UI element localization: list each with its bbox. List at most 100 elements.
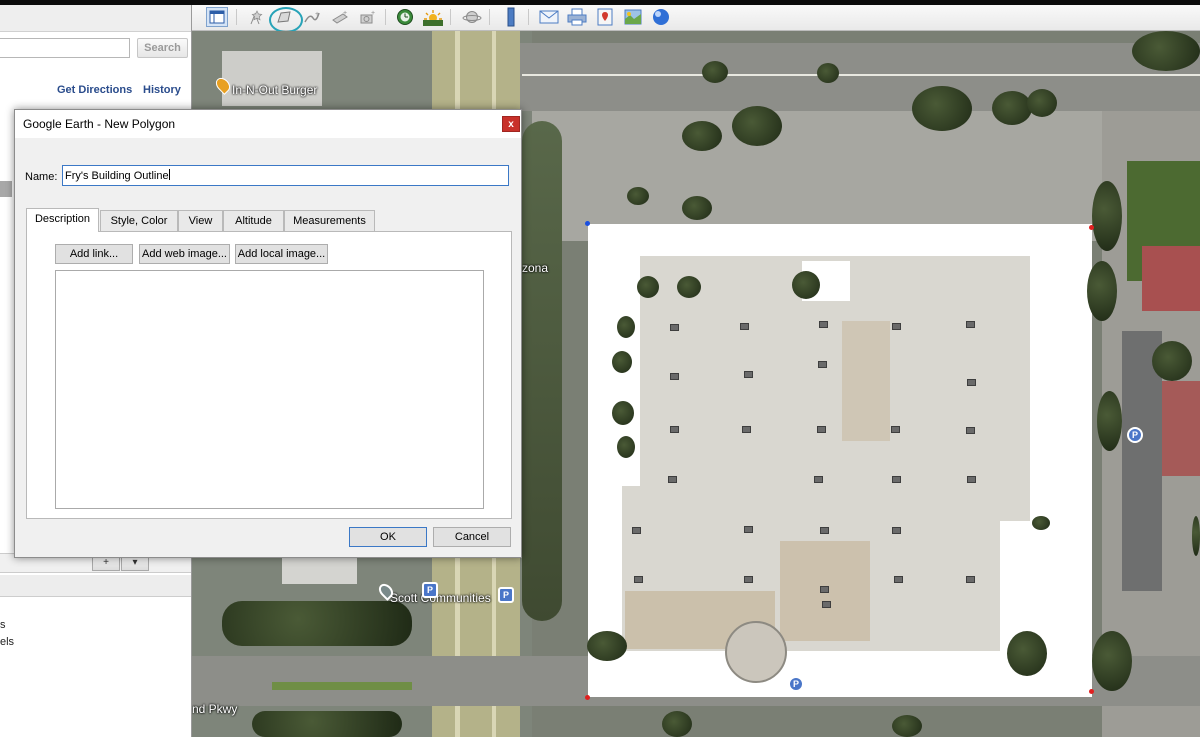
placemark-icon[interactable] [245,7,267,27]
polygon-vertex[interactable] [1089,225,1094,230]
add-local-image-button[interactable]: Add local image... [235,244,328,264]
roof-unit [744,371,753,378]
toolbar-separator [236,9,237,25]
map-building [222,51,322,106]
parking-pin-icon[interactable]: P [1127,427,1143,443]
add-web-image-button[interactable]: Add web image... [139,244,230,264]
tab-measurements[interactable]: Measurements [284,210,375,231]
close-icon[interactable]: x [502,116,520,132]
get-directions-link[interactable]: Get Directions [57,84,132,96]
view-in-maps-icon[interactable] [622,7,644,27]
tree [1132,31,1200,71]
record-tour-icon[interactable]: + [357,7,379,27]
description-textarea[interactable] [55,270,484,509]
svg-text:+: + [315,11,319,18]
tree [617,436,635,458]
roof-unit [817,426,826,433]
history-link[interactable]: History [143,84,181,96]
transit-pin-icon[interactable]: P [498,587,514,603]
roof-unit [820,586,829,593]
map-road [520,43,1200,111]
tree [1192,516,1200,556]
roof-unit [634,576,643,583]
tree [792,271,820,299]
map-label-scott[interactable]: Scott Communities [390,591,491,605]
roof-unit [668,476,677,483]
roof-unit [670,324,679,331]
add-link-button[interactable]: Add link... [55,244,133,264]
tree [702,61,728,83]
roof-unit [742,426,751,433]
polygon-vertex[interactable] [585,695,590,700]
roof-unit [740,323,749,330]
roof-unit [819,321,828,328]
roof-unit [744,576,753,583]
toolbar-separator [385,9,386,25]
map-roof-red [1162,381,1200,476]
roof-unit [818,361,827,368]
tree [682,196,712,220]
new-polygon-dialog: Google Earth - New Polygon x Name: Fry's… [14,109,522,558]
ruler-icon[interactable] [500,7,522,27]
tree [1087,261,1117,321]
text-caret [168,169,170,180]
polygon-vertex[interactable] [1089,689,1094,694]
tab-description[interactable]: Description [26,208,99,232]
tree-row [522,121,562,621]
tree [627,187,649,205]
tab-view[interactable]: View [178,210,223,231]
search-header [0,5,191,32]
image-overlay-icon[interactable]: + [329,7,351,27]
map-label-in-n-out[interactable]: In-N-Out Burger [232,83,317,97]
tab-style-color[interactable]: Style, Color [100,210,178,231]
toolbar-separator [528,9,529,25]
tree-row [222,601,412,646]
earth-icon[interactable] [650,7,672,27]
name-field[interactable]: Fry's Building Outline [62,165,509,186]
roof-unit [814,476,823,483]
roof-unit [632,527,641,534]
roof-unit [966,576,975,583]
historical-imagery-icon[interactable] [394,7,416,27]
tab-altitude[interactable]: Altitude [223,210,284,231]
path-icon[interactable]: + [301,7,323,27]
tree [637,276,659,298]
roof-unit [967,379,976,386]
print-icon[interactable] [566,7,588,27]
parking-pin-icon[interactable]: P [788,676,804,692]
planets-icon[interactable] [461,7,483,27]
layer-item[interactable]: els [0,636,14,648]
ok-button[interactable]: OK [349,527,427,547]
description-panel: Add link... Add web image... Add local i… [26,231,512,519]
dialog-titlebar[interactable]: Google Earth - New Polygon x [15,110,521,138]
sidebar-icon[interactable] [206,7,228,27]
map-median [272,682,412,690]
tree-row [252,711,402,737]
roof-unit [820,527,829,534]
tree [587,631,627,661]
cancel-button[interactable]: Cancel [433,527,511,547]
tree [912,86,972,131]
tree [1097,391,1122,451]
search-button[interactable]: Search [137,38,188,58]
tree [1092,181,1122,251]
layer-item[interactable]: s [0,619,6,631]
parking-pin-icon[interactable]: P [422,582,438,598]
save-image-icon[interactable] [594,7,616,27]
polygon-vertex[interactable] [585,221,590,226]
roof-unit [670,426,679,433]
roof-unit [967,476,976,483]
dialog-title: Google Earth - New Polygon [23,117,176,131]
toolbar-separator [450,9,451,25]
roof-unit [744,526,753,533]
tree [1092,631,1132,691]
name-field-value: Fry's Building Outline [65,170,169,182]
tree [612,351,632,373]
entrance-rotunda [725,621,787,683]
sunlight-icon[interactable] [422,7,444,27]
email-icon[interactable] [538,7,560,27]
tree [1027,89,1057,117]
map-parking-lot [532,111,1112,241]
tree [682,121,722,151]
search-input[interactable] [0,38,130,58]
